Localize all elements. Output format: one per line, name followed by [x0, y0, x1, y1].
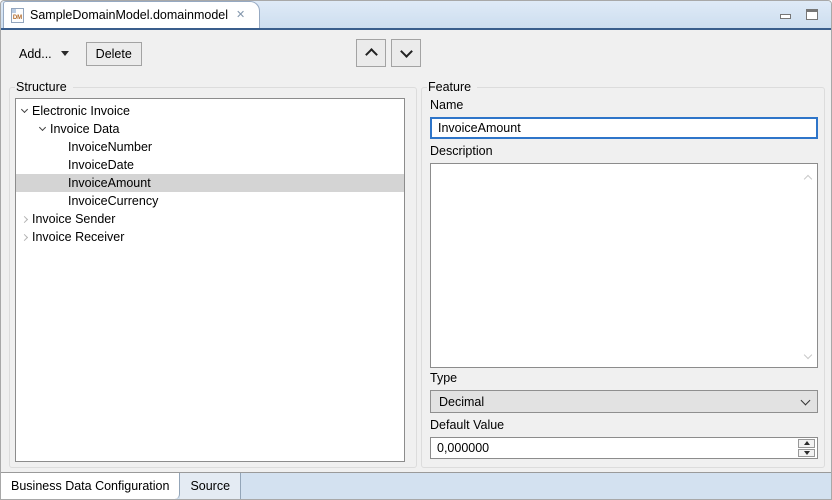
expander-spacer: [52, 192, 68, 210]
view-controls: [780, 9, 818, 20]
description-field-frame: [430, 163, 818, 368]
tree-item-label: Invoice Data: [50, 122, 119, 136]
editor-window: DM SampleDomainModel.domainmodel ✕ Add..…: [0, 0, 832, 500]
structure-group-label: Structure: [15, 80, 73, 95]
expander-collapsed-icon[interactable]: [16, 210, 32, 228]
editor-tab-title: SampleDomainModel.domainmodel: [30, 8, 228, 22]
chevron-up-icon: [365, 48, 378, 61]
tree-item[interactable]: InvoiceCurrency: [16, 192, 404, 210]
tree-item[interactable]: Invoice Sender: [16, 210, 404, 228]
expander-spacer: [52, 156, 68, 174]
toolbar: Add... Delete: [1, 30, 831, 77]
bottom-tab-business-data-configuration[interactable]: Business Data Configuration: [1, 473, 180, 499]
chevron-down-icon: [400, 45, 413, 58]
feature-group: Feature Name Description Type Decimal De…: [421, 87, 825, 468]
name-label: Name: [430, 98, 463, 112]
tree-item-label: Invoice Sender: [32, 212, 115, 226]
bottom-tab-bar: Business Data Configuration Source: [1, 472, 831, 499]
tab-close-icon[interactable]: ✕: [234, 9, 247, 22]
default-value-spinner: [430, 437, 818, 459]
feature-group-label: Feature: [427, 80, 477, 95]
spinner-down-button[interactable]: [798, 449, 815, 458]
tree-item[interactable]: InvoiceAmount: [16, 174, 404, 192]
type-select-value: Decimal: [439, 395, 484, 409]
expander-expanded-icon[interactable]: [34, 120, 50, 138]
add-button[interactable]: Add...: [19, 47, 69, 61]
expander-expanded-icon[interactable]: [16, 102, 32, 120]
bottom-tab-label: Source: [190, 479, 230, 493]
description-label: Description: [430, 144, 493, 158]
delete-button[interactable]: Delete: [86, 42, 142, 66]
tree-item[interactable]: InvoiceNumber: [16, 138, 404, 156]
dropdown-arrow-icon: [61, 51, 69, 56]
tree-item-label: Electronic Invoice: [32, 104, 130, 118]
tree-item-label: InvoiceDate: [68, 158, 134, 172]
minimize-icon[interactable]: [780, 14, 791, 19]
bottom-tab-source[interactable]: Source: [180, 473, 241, 499]
tree-item-label: Invoice Receiver: [32, 230, 124, 244]
move-down-button[interactable]: [391, 39, 421, 67]
editor-tab[interactable]: DM SampleDomainModel.domainmodel ✕: [3, 1, 260, 28]
tree-item-label: InvoiceNumber: [68, 140, 152, 154]
expander-collapsed-icon[interactable]: [16, 228, 32, 246]
move-buttons: [356, 39, 421, 67]
tree-item-label: InvoiceAmount: [68, 176, 151, 190]
tree-item-label: InvoiceCurrency: [68, 194, 158, 208]
triangle-up-icon: [804, 441, 810, 445]
structure-group: Structure Electronic InvoiceInvoice Data…: [9, 87, 417, 468]
description-input[interactable]: [431, 164, 817, 367]
maximize-icon[interactable]: [806, 9, 818, 20]
tree-item[interactable]: Invoice Data: [16, 120, 404, 138]
domainmodel-file-icon: DM: [11, 8, 24, 23]
tree-item[interactable]: Invoice Receiver: [16, 228, 404, 246]
triangle-down-icon: [804, 451, 810, 455]
default-value-label: Default Value: [430, 418, 504, 432]
expander-spacer: [52, 138, 68, 156]
combo-chevron-down-icon: [801, 395, 811, 405]
expander-spacer: [52, 174, 68, 192]
tree-item[interactable]: Electronic Invoice: [16, 102, 404, 120]
bottom-tab-label: Business Data Configuration: [11, 479, 169, 493]
spinner-up-button[interactable]: [798, 439, 815, 448]
spinner-buttons: [798, 439, 815, 457]
name-input[interactable]: [430, 117, 818, 139]
type-select[interactable]: Decimal: [430, 390, 818, 413]
move-up-button[interactable]: [356, 39, 386, 67]
tree-item[interactable]: InvoiceDate: [16, 156, 404, 174]
default-value-input[interactable]: [431, 438, 793, 458]
add-button-label: Add...: [19, 47, 52, 61]
type-label: Type: [430, 371, 457, 385]
structure-tree[interactable]: Electronic Invoice Invoice Data InvoiceNum…: [15, 98, 405, 462]
editor-tab-bar: DM SampleDomainModel.domainmodel ✕: [1, 1, 831, 30]
